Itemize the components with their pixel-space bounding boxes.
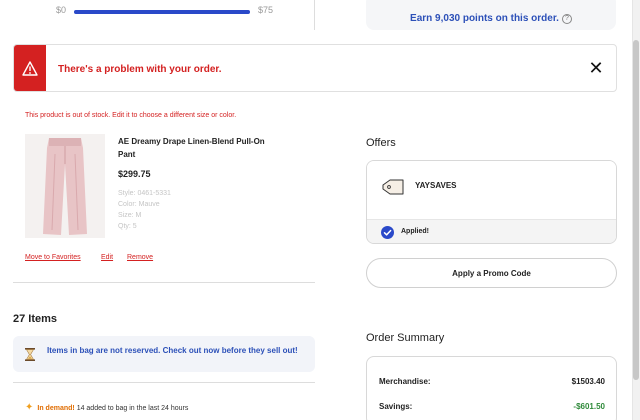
in-demand-note: ✦ In demand! 14 added to bag in the last … bbox=[25, 402, 188, 413]
order-problem-alert: There's a problem with your order. ✕ bbox=[13, 44, 617, 92]
points-text-wrap: Earn 9,030 points on this order.? bbox=[366, 13, 616, 24]
offers-title: Offers bbox=[366, 137, 396, 149]
progress-end-label: $75 bbox=[258, 5, 274, 15]
page-scrollbar[interactable] bbox=[632, 0, 640, 420]
product-qty: Qty: 5 bbox=[118, 223, 137, 230]
in-demand-text: 14 added to bag in the last 24 hours bbox=[76, 405, 189, 412]
savings-row: Savings: -$601.50 bbox=[379, 402, 605, 411]
shipping-progress: $0 $75 bbox=[40, 4, 290, 18]
product-style: Style: 0461-5331 bbox=[118, 190, 171, 197]
help-icon[interactable]: ? bbox=[561, 14, 572, 24]
alert-sidebar bbox=[14, 45, 46, 91]
divider bbox=[13, 382, 315, 383]
reserve-notice: Items in bag are not reserved. Check out… bbox=[13, 336, 315, 372]
merchandise-value: $1503.40 bbox=[571, 377, 605, 386]
product-name[interactable]: AE Dreamy Drape Linen-Blend Pull-On Pant bbox=[118, 135, 278, 161]
order-summary-card: Merchandise: $1503.40 Savings: -$601.50 bbox=[366, 356, 617, 420]
scrollbar-thumb[interactable] bbox=[633, 40, 639, 380]
savings-label: Savings: bbox=[379, 402, 413, 411]
items-count-title: 27 Items bbox=[13, 313, 58, 325]
progress-start-label: $0 bbox=[56, 5, 67, 15]
offer-card[interactable]: YAYSAVES Applied! bbox=[366, 160, 617, 244]
column-divider bbox=[314, 0, 315, 30]
product-price: $299.75 bbox=[118, 169, 151, 179]
points-text: Earn 9,030 points on this order. bbox=[410, 13, 559, 24]
remove-link[interactable]: Remove bbox=[127, 254, 153, 261]
sparkle-icon: ✦ bbox=[25, 402, 34, 413]
product-color: Color: Mauve bbox=[118, 201, 160, 208]
divider bbox=[13, 282, 315, 283]
check-icon bbox=[381, 226, 394, 239]
merchandise-label: Merchandise: bbox=[379, 377, 431, 386]
product-image[interactable] bbox=[25, 134, 105, 238]
offer-applied-label: Applied! bbox=[401, 228, 429, 235]
order-summary-title: Order Summary bbox=[366, 332, 445, 344]
out-of-stock-message: This product is out of stock. Edit it to… bbox=[25, 112, 237, 119]
reserve-notice-text: Items in bag are not reserved. Check out… bbox=[47, 346, 298, 355]
offer-code: YAYSAVES bbox=[415, 181, 457, 190]
close-icon[interactable]: ✕ bbox=[586, 58, 606, 78]
hourglass-icon bbox=[25, 348, 35, 361]
merchandise-row: Merchandise: $1503.40 bbox=[379, 377, 605, 386]
pant-illustration bbox=[25, 134, 105, 238]
offer-status-bar: Applied! bbox=[367, 219, 616, 243]
move-to-favorites-link[interactable]: Move to Favorites bbox=[25, 254, 81, 261]
apply-promo-code-button[interactable]: Apply a Promo Code bbox=[366, 258, 617, 288]
product-size: Size: M bbox=[118, 212, 142, 219]
progress-fill bbox=[74, 10, 250, 14]
edit-link[interactable]: Edit bbox=[101, 254, 113, 261]
progress-track bbox=[74, 10, 250, 14]
in-demand-label: In demand! bbox=[37, 405, 75, 412]
alert-message: There's a problem with your order. bbox=[58, 64, 222, 75]
tag-icon bbox=[382, 179, 404, 195]
offer-top: YAYSAVES bbox=[367, 161, 616, 219]
points-banner: Earn 9,030 points on this order.? bbox=[366, 0, 616, 30]
warning-icon bbox=[22, 61, 38, 76]
savings-value: -$601.50 bbox=[573, 402, 605, 411]
